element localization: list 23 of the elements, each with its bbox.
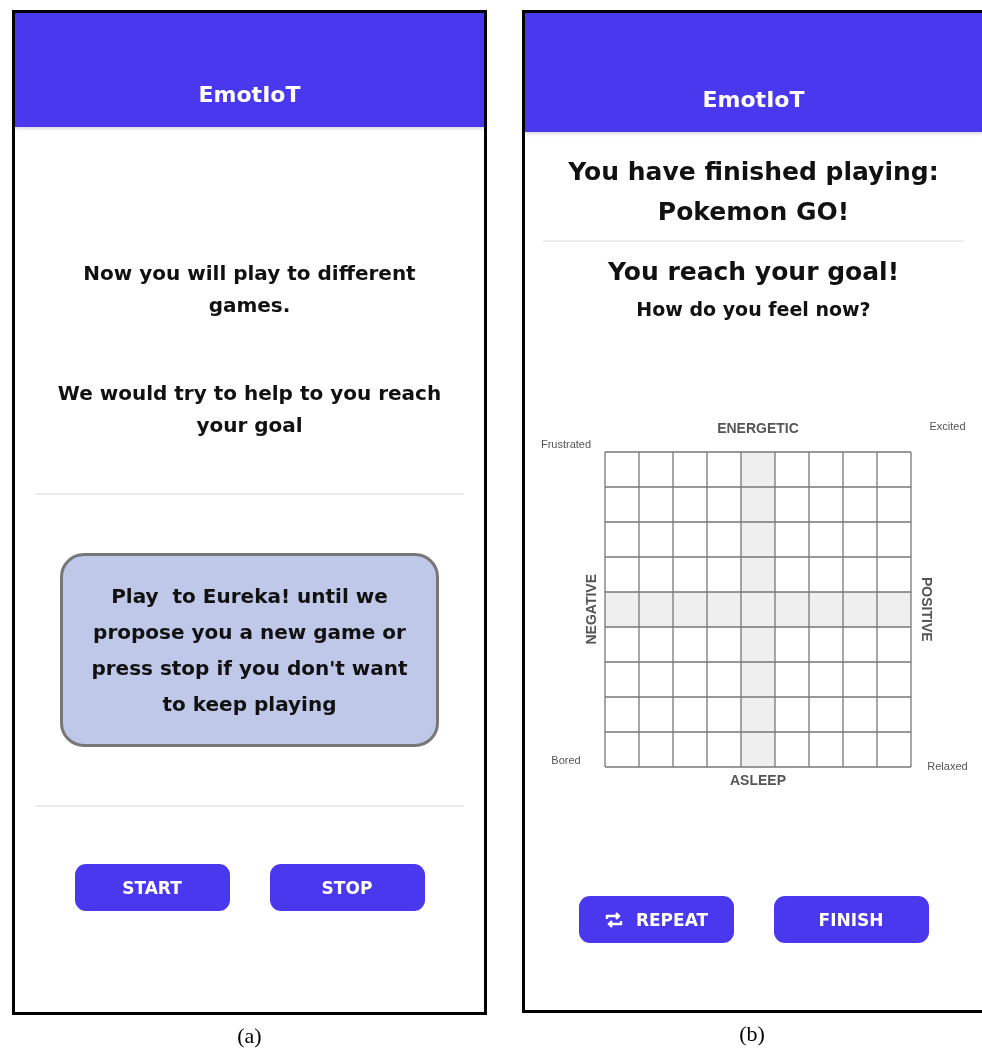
instruction-text: Now you will play to different games. <box>82 260 417 319</box>
corner-label: Relaxed <box>927 760 968 772</box>
question-text: How do you feel now? <box>635 298 872 320</box>
figure-caption: (a) <box>237 1023 262 1049</box>
action-button[interactable]: STOP <box>269 864 425 911</box>
corner-label: Excited <box>929 420 966 432</box>
figure-caption: (b) <box>739 1021 765 1047</box>
app-header: EmotIoT <box>525 13 982 132</box>
axis-label: POSITIVE <box>919 576 935 642</box>
corner-label: Bored <box>551 754 581 766</box>
goal-heading: You reach your goal! <box>606 256 901 288</box>
message-box: Play to Eureka! until we propose you a new game or press stop if you don't want to keep playing <box>60 553 439 747</box>
finished-heading: You have finished playing: Pokemon GO! <box>567 156 940 228</box>
action-button[interactable]: REPEAT <box>578 896 734 943</box>
axis-label: ENERGETIC <box>717 420 799 436</box>
action-button[interactable]: FINISH <box>773 896 929 943</box>
instruction-text: We would try to help to you reach your goal <box>56 380 443 439</box>
axis-label: ASLEEP <box>730 772 786 788</box>
corner-label: Frustrated <box>540 438 592 450</box>
app-header: EmotIoT <box>15 13 484 127</box>
axis-label: NEGATIVE <box>583 573 599 645</box>
mood-grid-drawing[interactable] <box>604 450 912 768</box>
action-button[interactable]: START <box>74 864 230 911</box>
